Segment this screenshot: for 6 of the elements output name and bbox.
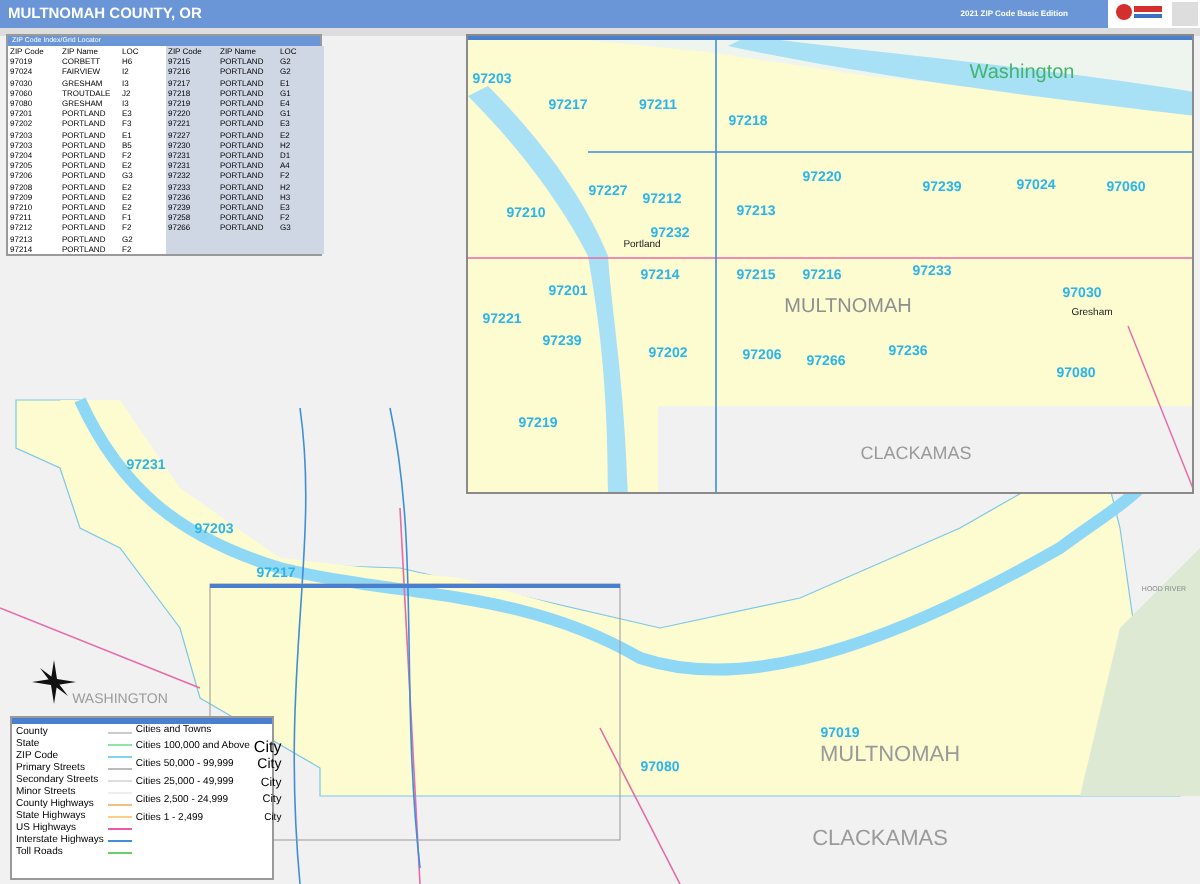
- county-label: MULTNOMAH: [819, 745, 961, 767]
- state-label: Washington: [969, 64, 1075, 84]
- city-sample-label: City: [253, 739, 282, 755]
- county-label: MULTNOMAH: [784, 298, 912, 318]
- county-label: CLACKAMAS: [860, 445, 972, 463]
- county-label: CLACKAMAS: [812, 829, 948, 851]
